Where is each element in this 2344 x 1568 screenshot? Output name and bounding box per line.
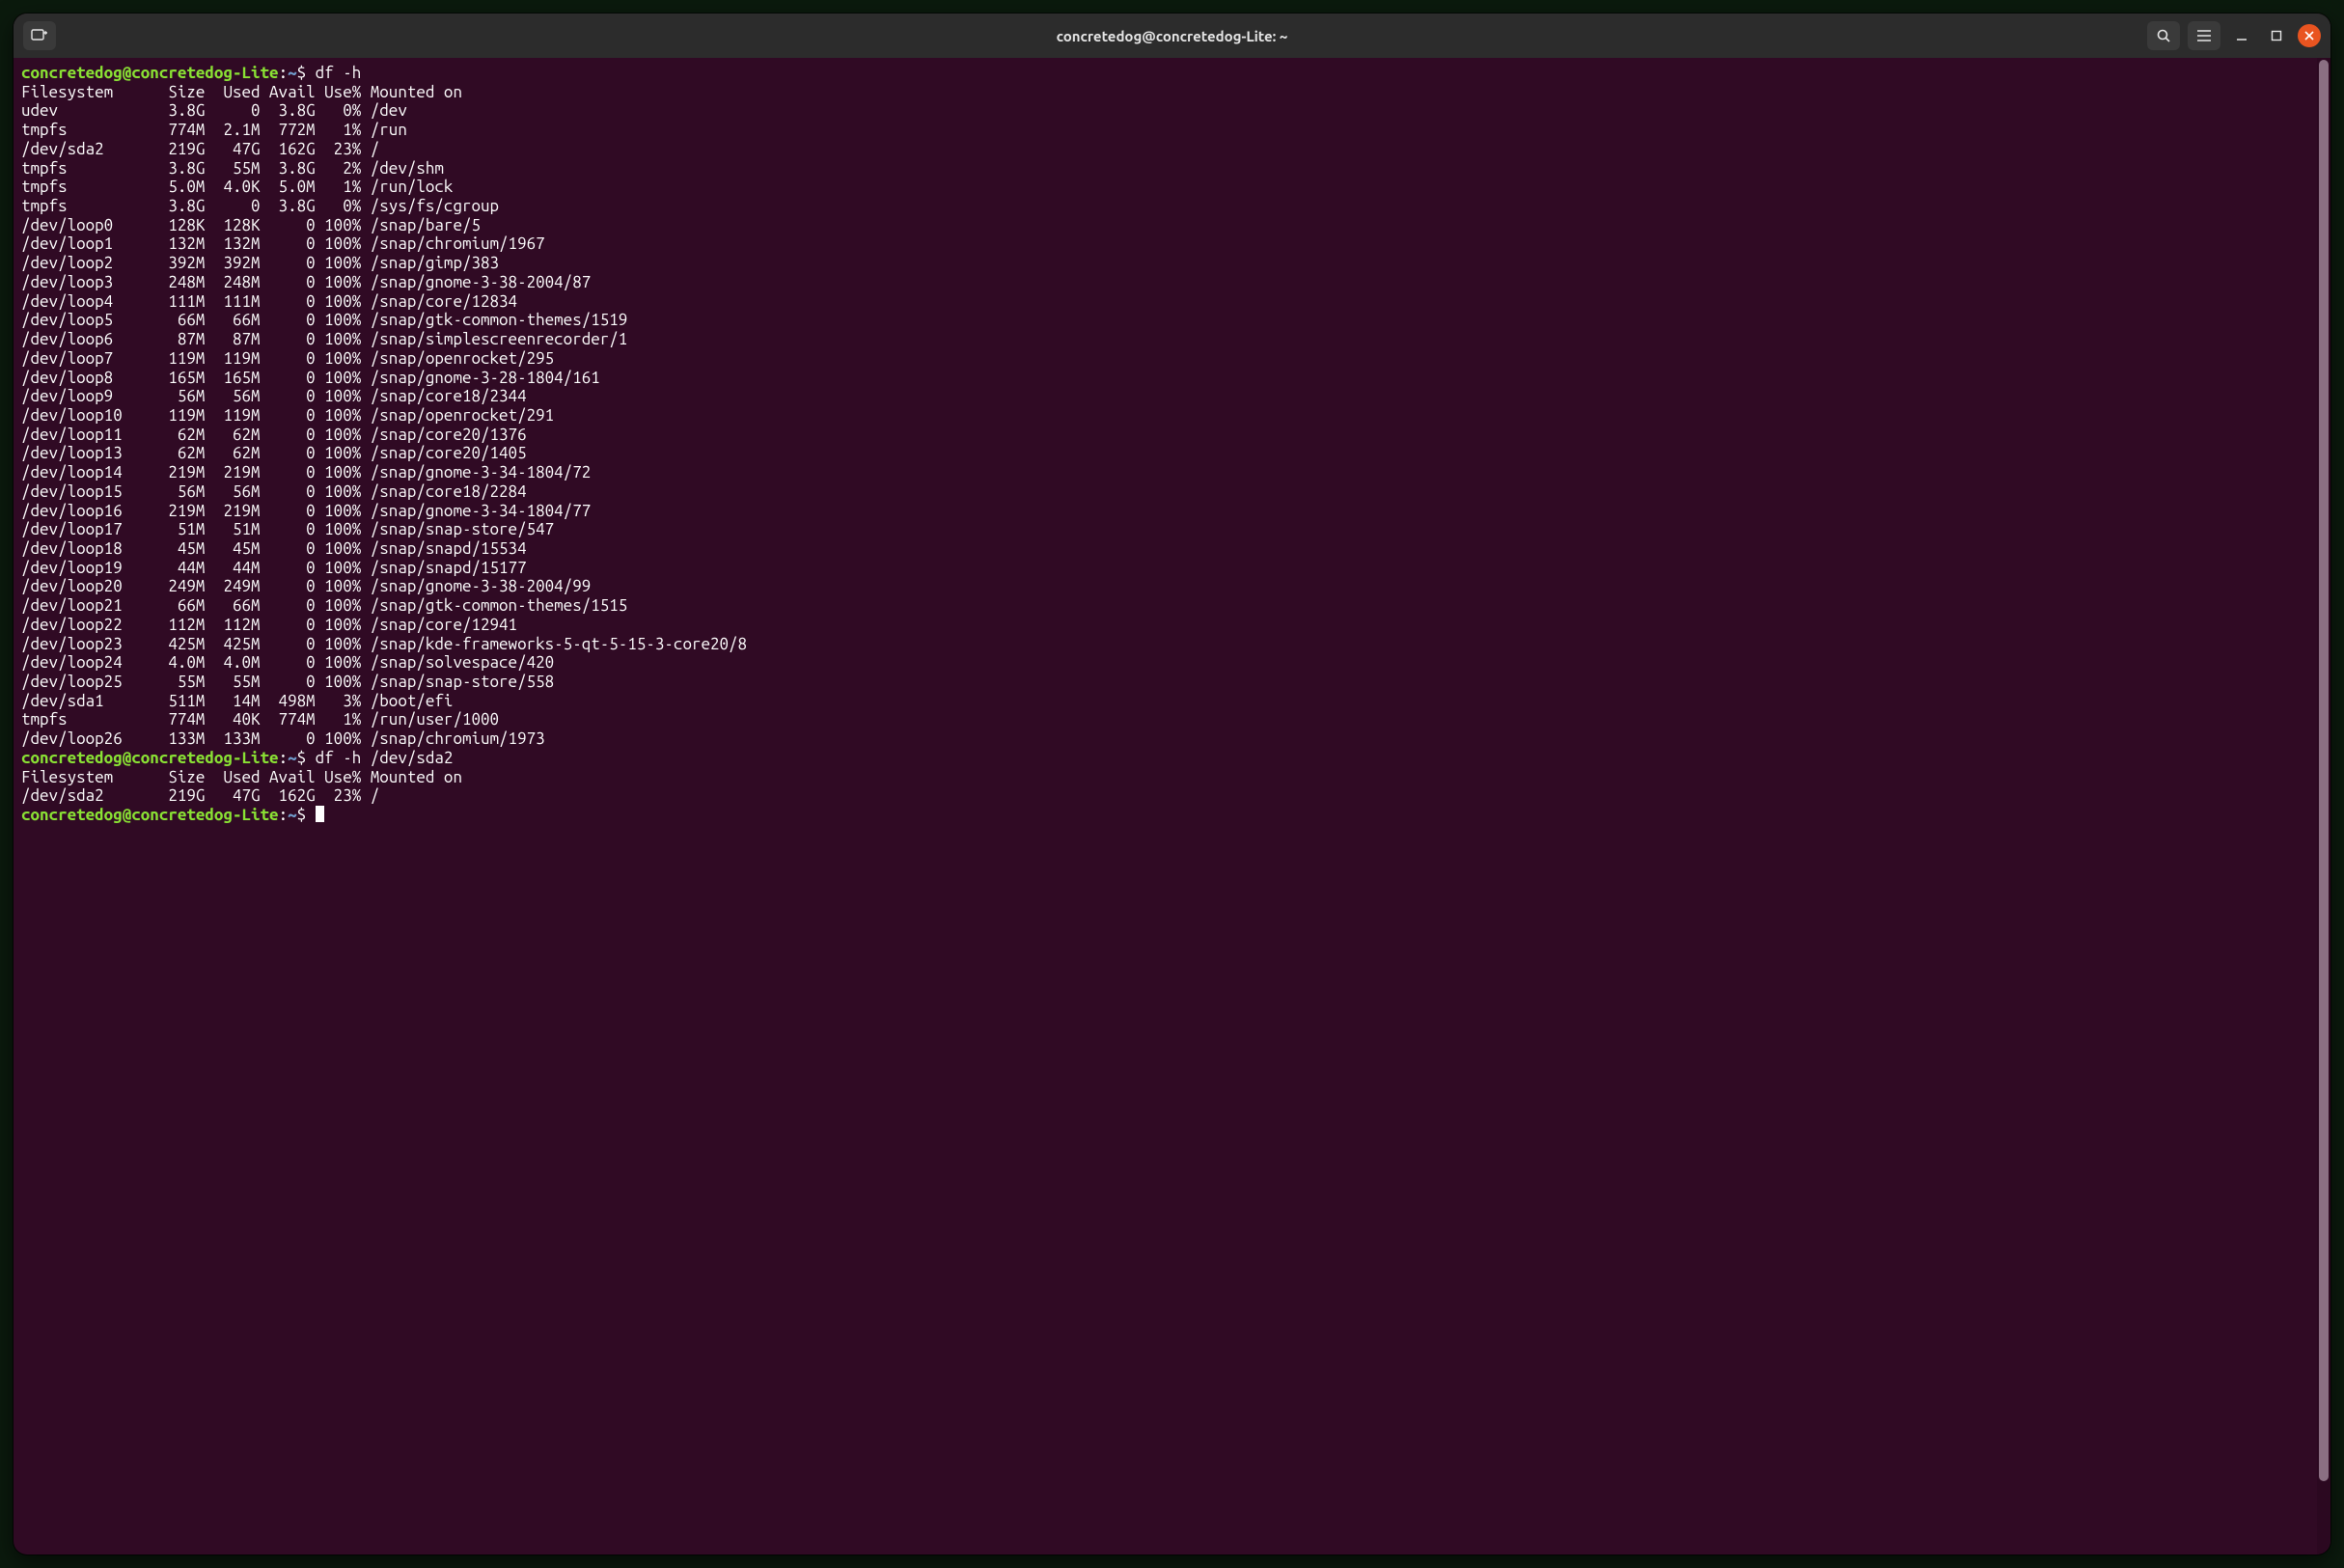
hamburger-icon [2196, 29, 2212, 42]
menu-button[interactable] [2188, 21, 2220, 50]
search-button[interactable] [2147, 21, 2180, 50]
titlebar: concretedog@concretedog-Lite: ~ [14, 14, 2330, 58]
scrollbar-thumb[interactable] [2319, 60, 2329, 1481]
new-tab-icon [31, 28, 48, 43]
terminal-output[interactable]: concretedog@concretedog-Lite:~$ df -h Fi… [14, 58, 2317, 1554]
maximize-button[interactable] [2263, 22, 2290, 49]
search-icon [2156, 28, 2171, 43]
close-button[interactable] [2298, 24, 2321, 47]
close-icon [2303, 30, 2315, 41]
maximize-icon [2270, 29, 2283, 42]
new-tab-button[interactable] [23, 21, 56, 50]
terminal-window: concretedog@concretedog-Lite: ~ [14, 14, 2330, 1554]
minimize-button[interactable] [2228, 22, 2255, 49]
window-title: concretedog@concretedog-Lite: ~ [1057, 28, 1288, 44]
scrollbar[interactable] [2317, 58, 2330, 1554]
minimize-icon [2235, 29, 2248, 42]
